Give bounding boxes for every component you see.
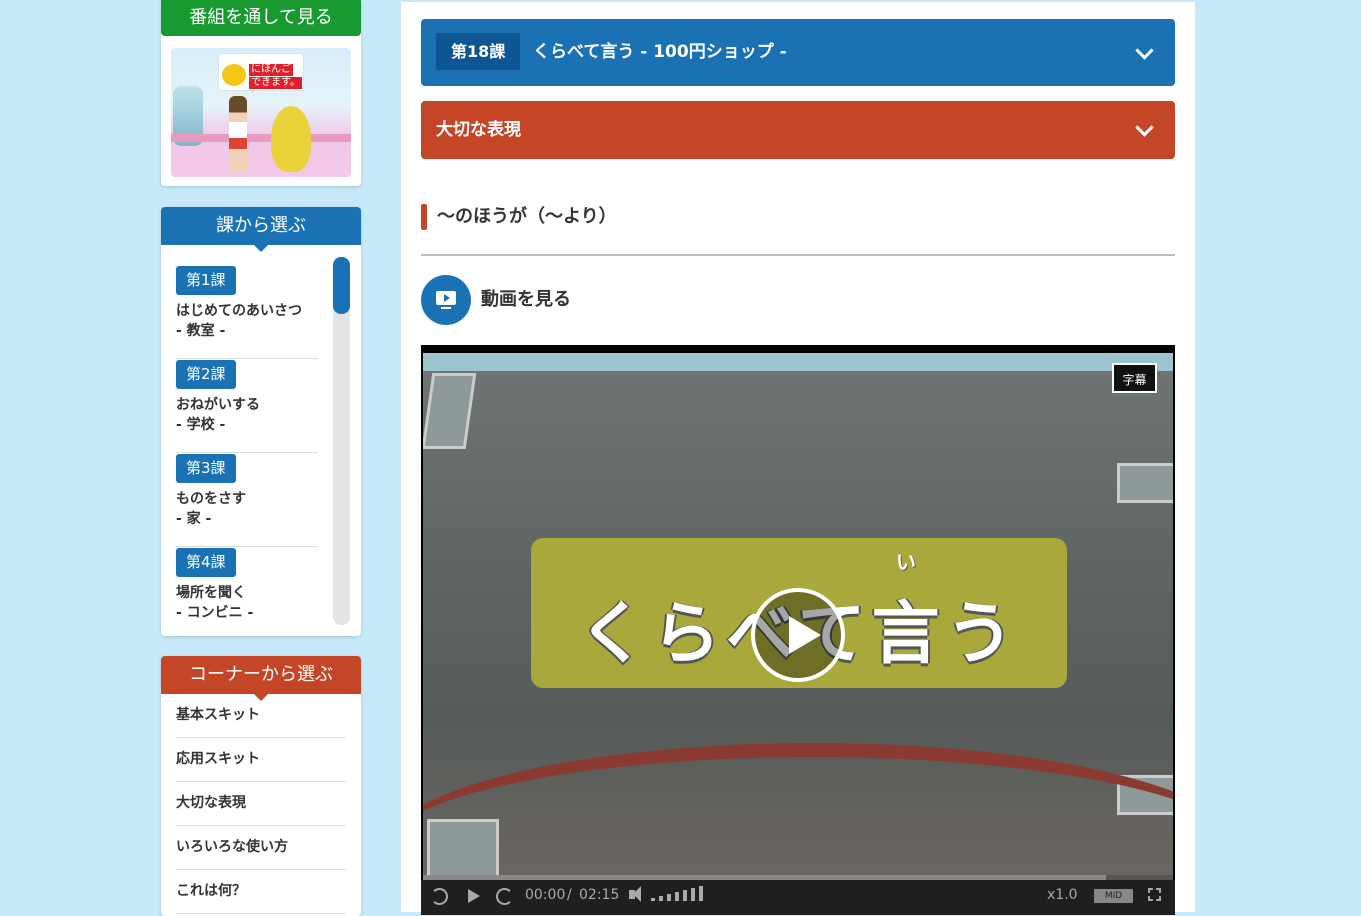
replay-icon[interactable] [431, 888, 448, 905]
video-title-ruby: い [896, 550, 916, 574]
lesson-tag: 第1課 [176, 266, 236, 295]
lesson-select-header: 課から選ぶ [161, 207, 361, 252]
corner-item[interactable]: これは何？ [176, 870, 346, 914]
corner-list: 基本スキット 応用スキット 大切な表現 いろいろな使い方 これは何？ [176, 694, 346, 914]
corner-item[interactable]: いろいろな使い方 [176, 826, 346, 870]
thumbnail-character-girl [229, 96, 247, 172]
lesson-select-header-text: 課から選ぶ [216, 215, 306, 236]
chevron-down-icon [1135, 118, 1154, 137]
video-scene-panel [1117, 463, 1173, 503]
logo-line2: できます。 [249, 77, 302, 89]
section-title: 〜のほうが（〜より） [437, 206, 617, 227]
quality-badge[interactable]: MID [1094, 889, 1133, 903]
lesson-tag: 第4課 [176, 548, 236, 577]
time-duration: 02:15 [579, 887, 620, 903]
lesson-scrollbar-thumb[interactable] [333, 257, 350, 314]
video-scene-floor [423, 743, 1173, 875]
watch-video-label: 動画を見る [481, 289, 571, 310]
player-controls: 00:00 / 02:15 x1.0 MID [421, 880, 1175, 915]
lesson-item[interactable]: 第3課 ものをさす - 家 - [176, 453, 318, 547]
lesson-select-card: 課から選ぶ 第1課 はじめてのあいさつ - 教室 - 第2課 おねがいする - … [161, 207, 361, 636]
caption-button[interactable]: 字幕 [1112, 363, 1157, 393]
program-logo: にほんご できます。 [219, 54, 303, 90]
logo-badge [222, 64, 246, 86]
volume-icon[interactable] [629, 886, 641, 902]
forward-icon[interactable] [496, 888, 513, 905]
play-icon[interactable] [468, 889, 480, 903]
corner-accordion[interactable]: 大切な表現 [421, 101, 1175, 159]
video-scene-sky [423, 353, 1173, 371]
lesson-title: ものをさす [176, 491, 246, 507]
corner-item[interactable]: 基本スキット [176, 694, 346, 738]
lesson-accordion-title: くらべて言う - 100円ショップ - [533, 42, 787, 62]
logo-line1: にほんご [249, 64, 293, 76]
program-header[interactable]: 番組を通して見る [161, 0, 361, 36]
program-thumbnail[interactable]: にほんご できます。 [171, 48, 351, 177]
corner-item[interactable]: 応用スキット [176, 738, 346, 782]
lesson-list: 第1課 はじめてのあいさつ - 教室 - 第2課 おねがいする - 学校 - 第… [176, 265, 318, 640]
lesson-scrollbar[interactable] [333, 257, 350, 625]
volume-slider[interactable] [651, 885, 707, 901]
lesson-accordion[interactable]: 第18課 くらべて言う - 100円ショップ - [421, 19, 1175, 86]
lesson-item[interactable]: 第4課 場所を聞く - コンビニ - [176, 547, 318, 640]
lesson-tag: 第2課 [176, 360, 236, 389]
play-overlay-icon[interactable] [751, 588, 845, 682]
thumbnail-character-mascot [271, 106, 311, 172]
lesson-number-badge: 第18課 [436, 33, 521, 70]
time-current: 00:00 [525, 887, 566, 903]
video-scene-panel [423, 373, 477, 449]
corner-select-header: コーナーから選ぶ [161, 656, 361, 701]
section-heading: 〜のほうが（〜より） [421, 204, 1175, 256]
video-player[interactable]: い くらべて言う 字幕 00:00 / 02:15 x1.0 MID [421, 345, 1175, 915]
main-panel: 第18課 くらべて言う - 100円ショップ - 大切な表現 〜のほうが（〜より… [401, 2, 1195, 915]
corner-select-header-text: コーナーから選ぶ [189, 664, 333, 685]
lesson-place: - 家 - [176, 511, 212, 527]
program-card: 番組を通して見る にほんご できます。 [161, 0, 361, 186]
thumbnail-rail [171, 134, 351, 142]
header-notch [254, 245, 268, 252]
lesson-item[interactable]: 第2課 おねがいする - 学校 - [176, 359, 318, 453]
section-marker [421, 204, 427, 230]
lesson-title: おねがいする [176, 397, 260, 413]
chevron-down-icon [1135, 41, 1154, 60]
playback-speed[interactable]: x1.0 [1047, 880, 1078, 910]
lesson-place: - 学校 - [176, 417, 226, 433]
lesson-place: - コンビニ - [176, 605, 254, 621]
lesson-place: - 教室 - [176, 323, 226, 339]
lesson-item[interactable]: 第1課 はじめてのあいさつ - 教室 - [176, 265, 318, 359]
corner-item[interactable]: 大切な表現 [176, 782, 346, 826]
corner-select-card: コーナーから選ぶ 基本スキット 応用スキット 大切な表現 いろいろな使い方 これ… [161, 656, 361, 916]
corner-accordion-title: 大切な表現 [436, 120, 521, 140]
video-screen-icon [421, 275, 471, 325]
fullscreen-icon[interactable] [1148, 888, 1161, 901]
lesson-title: 場所を聞く [176, 585, 246, 601]
lesson-tag: 第3課 [176, 454, 236, 483]
video-frame[interactable]: い くらべて言う 字幕 [423, 353, 1173, 875]
time-separator: / [567, 887, 572, 903]
lesson-title: はじめてのあいさつ [176, 303, 302, 319]
